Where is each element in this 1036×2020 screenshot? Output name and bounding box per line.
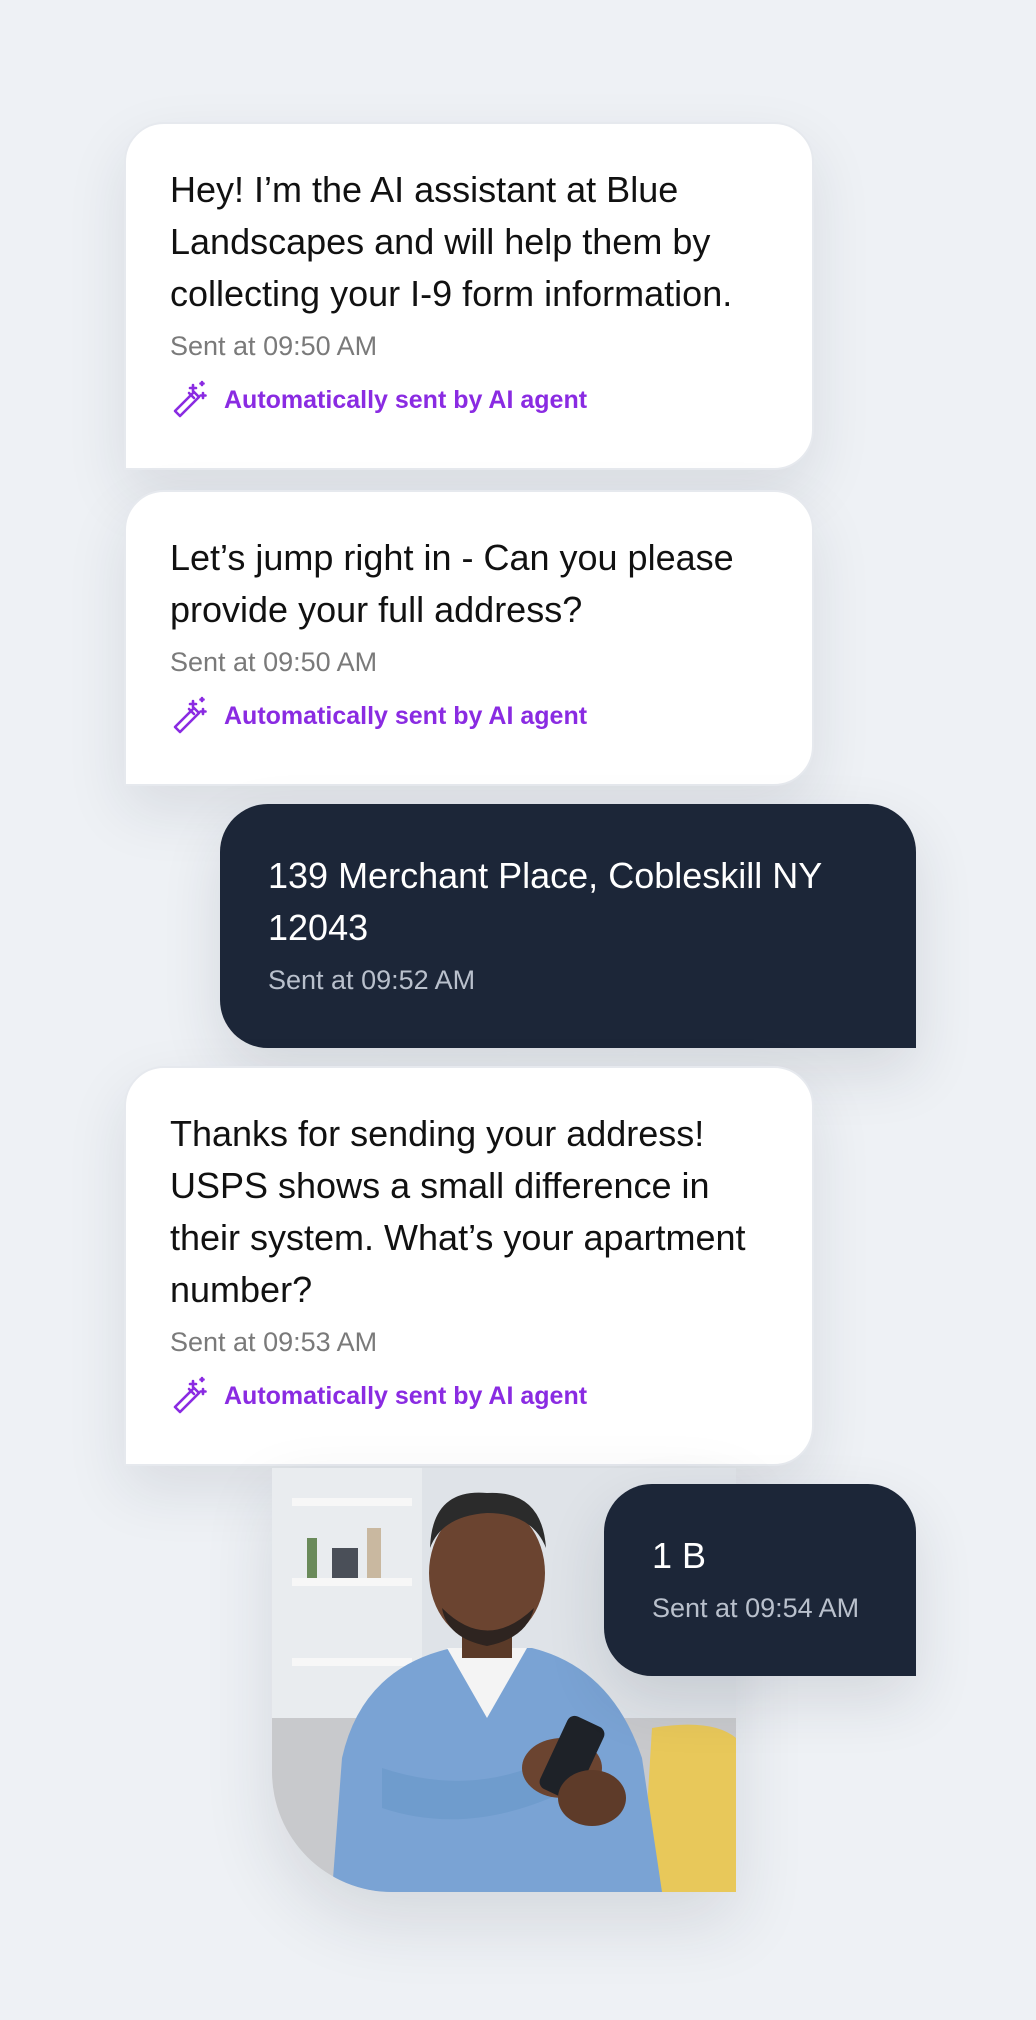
ai-agent-tag: Automatically sent by AI agent (170, 380, 768, 420)
message-timestamp: Sent at 09:50 AM (170, 331, 378, 361)
user-message-bubble-1: 139 Merchant Place, Cobleskill NY 12043 … (220, 804, 916, 1048)
ai-message-bubble-3: Thanks for sending your address! USPS sh… (124, 1066, 814, 1466)
message-timestamp: Sent at 09:50 AM (170, 647, 378, 677)
message-text: 139 Merchant Place, Cobleskill NY 12043 (268, 855, 822, 948)
ai-message-bubble-2: Let’s jump right in - Can you please pro… (124, 490, 814, 786)
message-text: Thanks for sending your address! USPS sh… (170, 1113, 746, 1310)
message-timestamp: Sent at 09:52 AM (268, 965, 476, 995)
message-text: Hey! I’m the AI assistant at Blue Landsc… (170, 169, 733, 314)
ai-message-bubble-1: Hey! I’m the AI assistant at Blue Landsc… (124, 122, 814, 470)
ai-agent-tag-label: Automatically sent by AI agent (224, 1381, 588, 1410)
message-text: Let’s jump right in - Can you please pro… (170, 537, 734, 630)
ai-agent-tag: Automatically sent by AI agent (170, 696, 768, 736)
magic-wand-icon (170, 1376, 210, 1416)
magic-wand-icon (170, 380, 210, 420)
ai-agent-tag-label: Automatically sent by AI agent (224, 385, 588, 414)
message-timestamp: Sent at 09:53 AM (170, 1327, 378, 1357)
magic-wand-icon (170, 696, 210, 736)
user-message-bubble-2: 1 B Sent at 09:54 AM (604, 1484, 916, 1676)
message-text: 1 B (652, 1535, 707, 1576)
ai-agent-tag: Automatically sent by AI agent (170, 1376, 768, 1416)
ai-agent-tag-label: Automatically sent by AI agent (224, 701, 588, 730)
message-timestamp: Sent at 09:54 AM (652, 1593, 860, 1623)
